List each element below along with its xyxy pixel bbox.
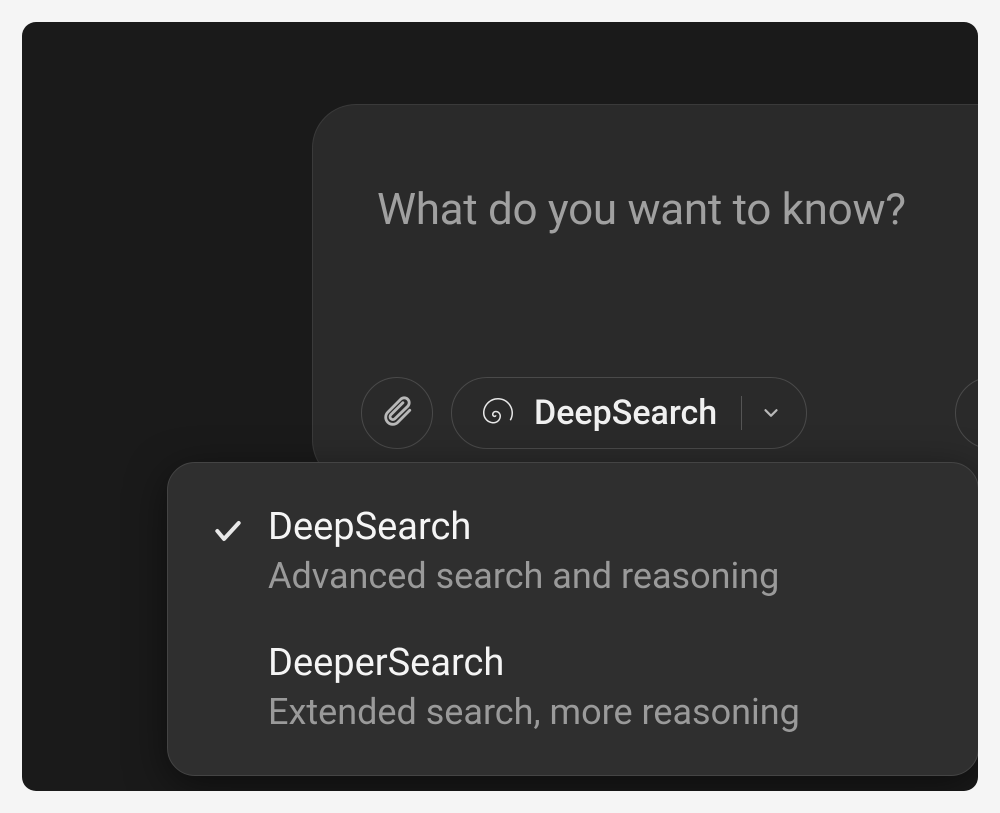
dropdown-item-deepsearch[interactable]: DeepSearch Advanced search and reasoning (168, 483, 978, 619)
attach-button[interactable] (361, 377, 433, 449)
search-mode-label: DeepSearch (534, 393, 717, 433)
check-icon (212, 505, 268, 547)
paperclip-icon (380, 394, 414, 432)
search-mode-button[interactable]: DeepSearch (451, 377, 807, 449)
dropdown-item-description: Extended search, more reasoning (268, 691, 800, 733)
input-panel: What do you want to know? DeepSearch (312, 104, 978, 484)
dropdown-item-title: DeeperSearch (268, 641, 800, 685)
chevron-down-icon (760, 402, 782, 424)
check-placeholder (212, 641, 268, 651)
search-mode-dropdown: DeepSearch Advanced search and reasoning… (167, 462, 978, 776)
dropdown-item-deepersearch[interactable]: DeeperSearch Extended search, more reaso… (168, 619, 978, 755)
input-toolbar: DeepSearch (361, 377, 807, 449)
spiral-icon (480, 395, 516, 431)
prompt-input-placeholder[interactable]: What do you want to know? (377, 183, 906, 235)
secondary-circle-button[interactable] (955, 377, 978, 449)
dropdown-item-text: DeeperSearch Extended search, more reaso… (268, 641, 800, 733)
app-frame: What do you want to know? DeepSearch (22, 22, 978, 791)
dropdown-item-title: DeepSearch (268, 505, 779, 549)
pill-divider (741, 396, 742, 430)
dropdown-item-description: Advanced search and reasoning (268, 555, 779, 597)
dropdown-item-text: DeepSearch Advanced search and reasoning (268, 505, 779, 597)
